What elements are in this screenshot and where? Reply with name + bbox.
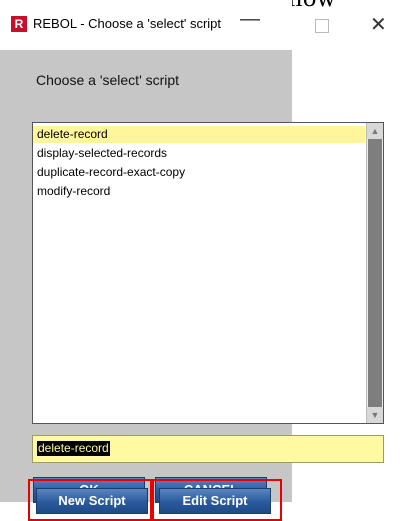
close-icon[interactable]: ✕ [370, 12, 387, 37]
new-script-button[interactable]: New Script [36, 488, 148, 514]
selected-script-field[interactable]: delete-record [32, 435, 384, 463]
list-item[interactable]: display-selected-records [33, 145, 365, 162]
script-list[interactable]: delete-record display-selected-records d… [32, 122, 384, 424]
minimize-icon[interactable]: — [240, 8, 260, 31]
scroll-up-arrow-icon[interactable]: ▲ [367, 123, 383, 139]
maximize-icon[interactable] [315, 19, 329, 33]
script-list-items: delete-record display-selected-records d… [33, 123, 365, 423]
dialog-prompt: Choose a 'select' script [36, 72, 180, 88]
dialog-content: Choose a 'select' script delete-record d… [0, 50, 384, 503]
list-item[interactable]: duplicate-record-exact-copy [33, 164, 365, 181]
list-scrollbar[interactable]: ▲ ▼ [366, 123, 383, 423]
list-item[interactable]: modify-record [33, 183, 365, 200]
list-item[interactable]: delete-record [33, 126, 365, 143]
rebol-app-icon: R [11, 16, 27, 32]
edit-script-button[interactable]: Edit Script [159, 488, 271, 514]
window-title: REBOL - Choose a 'select' script [33, 16, 221, 31]
selected-script-value: delete-record [37, 441, 110, 456]
scroll-thumb[interactable] [368, 139, 382, 407]
scroll-down-arrow-icon[interactable]: ▼ [367, 407, 383, 423]
rebol-dialog-window: R REBOL - Choose a 'select' script Choos… [0, 0, 384, 503]
